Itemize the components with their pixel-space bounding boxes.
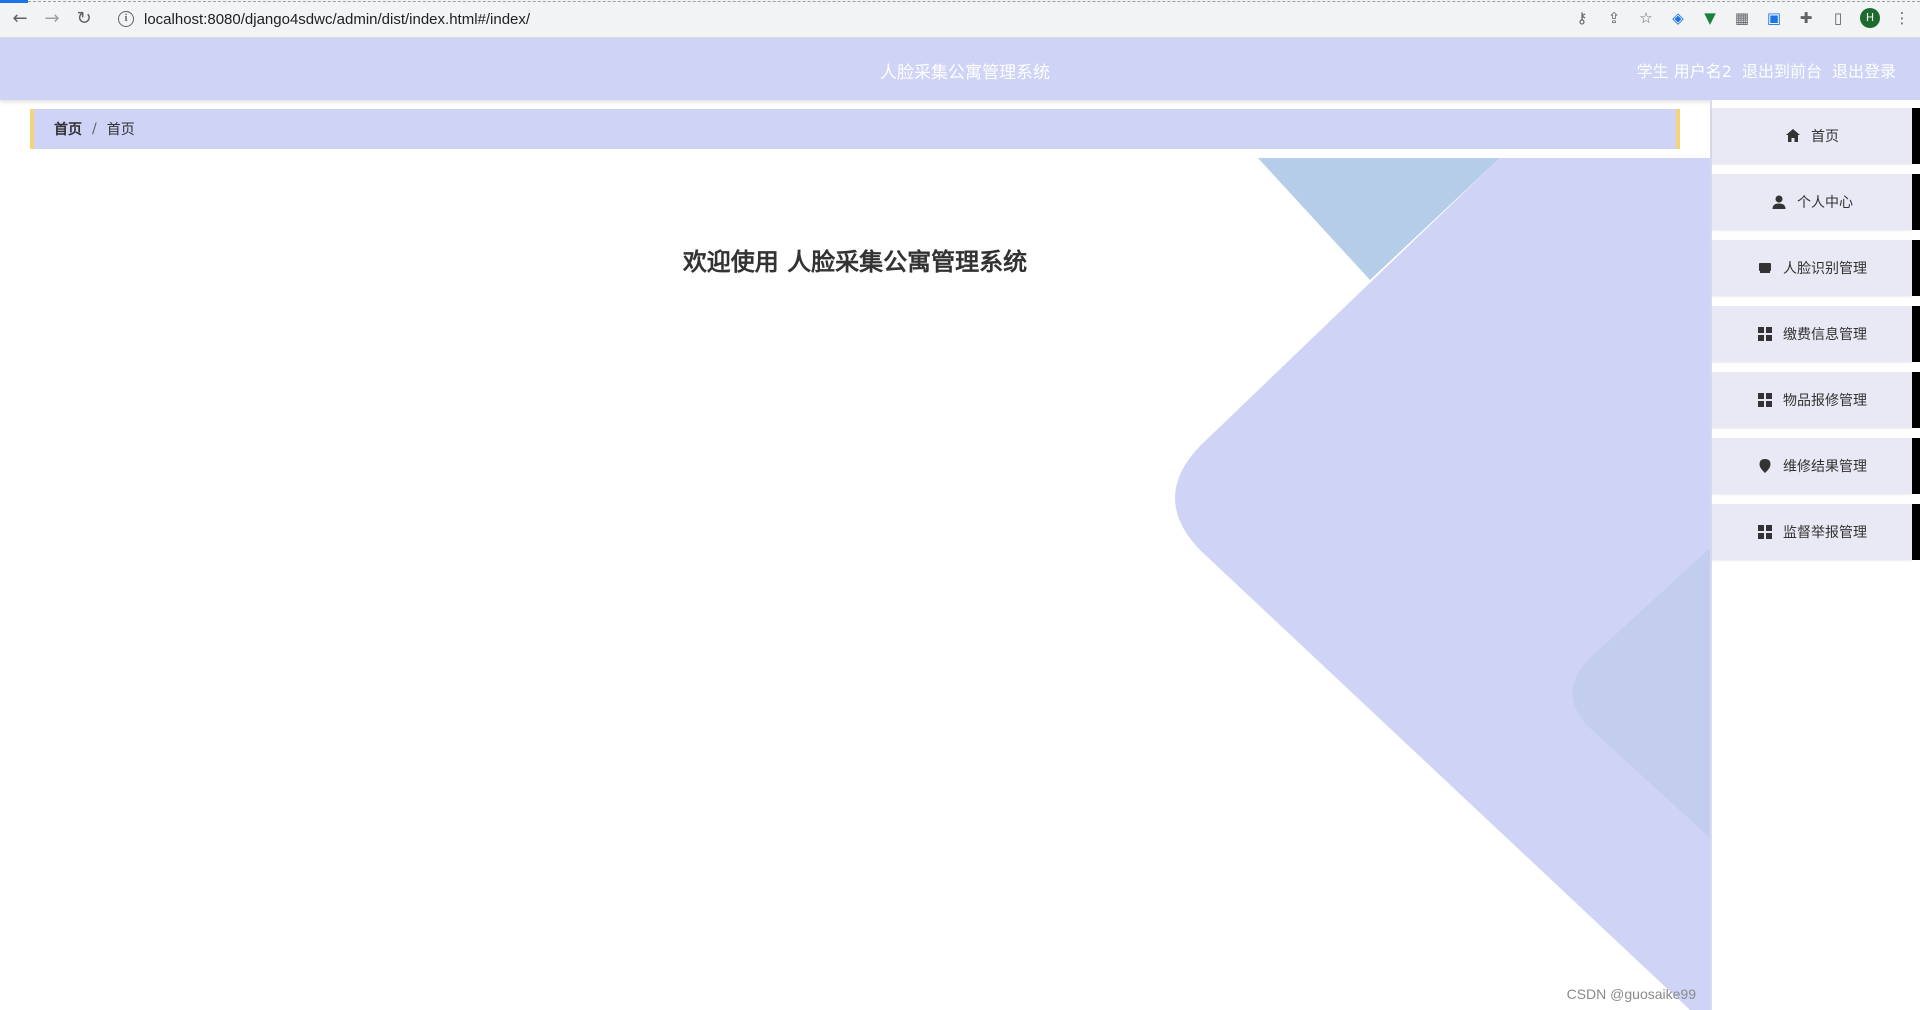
side-panel-icon[interactable]: ▯ — [1828, 8, 1848, 28]
breadcrumb: 首页 / 首页 — [30, 109, 1680, 149]
grid-icon — [1757, 326, 1773, 342]
menu-edge — [1912, 108, 1920, 164]
menu-edge — [1912, 504, 1920, 560]
menu-edge — [1912, 174, 1920, 230]
menu-edge — [1912, 240, 1920, 296]
key-icon[interactable]: ⚷ — [1572, 8, 1592, 28]
username: 用户名2 — [1673, 62, 1732, 81]
menu-item-repair-result[interactable]: 维修结果管理 — [1712, 438, 1920, 494]
breadcrumb-separator: / — [92, 121, 97, 137]
inbox-icon — [1757, 260, 1773, 276]
back-icon[interactable]: ← — [10, 9, 30, 29]
site-info-icon[interactable]: i — [118, 11, 134, 27]
menu-edge — [1912, 372, 1920, 428]
grid-icon — [1757, 392, 1773, 408]
menu-item-payment-info[interactable]: 缴费信息管理 — [1712, 306, 1920, 362]
location-pin-icon — [1757, 458, 1773, 474]
user-icon — [1771, 194, 1787, 210]
app-title: 人脸采集公寓管理系统 — [880, 63, 1050, 83]
loading-indicator — [0, 0, 28, 3]
extension-translate-icon[interactable]: ◈ — [1668, 8, 1688, 28]
forward-icon[interactable]: → — [42, 9, 62, 29]
menu-label-supervision-report: 监督举报管理 — [1783, 525, 1867, 541]
welcome-heading: 欢迎使用 人脸采集公寓管理系统 — [682, 248, 1028, 276]
extensions-puzzle-icon[interactable]: ✚ — [1796, 8, 1816, 28]
url-text[interactable]: localhost:8080/django4sdwc/admin/dist/in… — [144, 11, 530, 28]
menu-item-face-recognition[interactable]: 人脸识别管理 — [1712, 240, 1920, 296]
menu-label-personal-center: 个人中心 — [1797, 195, 1853, 211]
share-icon[interactable]: ⇪ — [1604, 8, 1624, 28]
header-user-area: 学生 用户名2 退出到前台 退出登录 — [1637, 58, 1896, 82]
user-role: 学生 — [1636, 62, 1669, 81]
menu-label-face-recognition: 人脸识别管理 — [1783, 261, 1867, 277]
browser-toolbar: ← → ↻ i localhost:8080/django4sdwc/admin… — [0, 0, 1920, 38]
menu-edge — [1912, 438, 1920, 494]
menu-label-repair-result: 维修结果管理 — [1783, 459, 1867, 475]
menu-item-supervision-report[interactable]: 监督举报管理 — [1712, 504, 1920, 560]
profile-avatar[interactable]: H — [1860, 8, 1880, 28]
address-bar[interactable]: i localhost:8080/django4sdwc/admin/dist/… — [110, 4, 1560, 34]
menu-label-repair-request: 物品报修管理 — [1783, 393, 1867, 409]
menu-edge — [1912, 306, 1920, 362]
star-icon[interactable]: ☆ — [1636, 8, 1656, 28]
menu-label-payment-info: 缴费信息管理 — [1783, 327, 1867, 343]
extension-lock-icon[interactable]: ▣ — [1764, 8, 1784, 28]
main-content: 欢迎使用 人脸采集公寓管理系统 CSDN @guosaike99 — [0, 158, 1710, 1010]
menu-label-home: 首页 — [1811, 129, 1839, 145]
user-info: 学生 用户名2 — [1637, 58, 1732, 82]
menu-item-repair-request[interactable]: 物品报修管理 — [1712, 372, 1920, 428]
logout-link[interactable]: 退出登录 — [1832, 58, 1896, 82]
menu-item-personal-center[interactable]: 个人中心 — [1712, 174, 1920, 230]
dashed-border — [28, 1, 1920, 2]
browser-actions: ⚷ ⇪ ☆ ◈ ▼ ▦ ▣ ✚ ▯ H ⋮ — [1572, 8, 1912, 28]
watermark: CSDN @guosaike99 — [1566, 986, 1696, 1002]
breadcrumb-home[interactable]: 首页 — [54, 119, 82, 139]
bg-shape-diamond — [1175, 158, 1710, 1010]
side-menu: 首页 个人中心 人脸识别管理 缴费信息管理 物品报修管理 维修结果管理 监督举报… — [1710, 100, 1920, 1010]
home-icon — [1785, 128, 1801, 144]
grid-icon — [1757, 524, 1773, 540]
reload-icon[interactable]: ↻ — [74, 9, 94, 29]
back-to-front-link[interactable]: 退出到前台 — [1742, 58, 1822, 82]
extension-grid-icon[interactable]: ▦ — [1732, 8, 1752, 28]
background-decoration — [1175, 158, 1710, 1010]
breadcrumb-current: 首页 — [106, 122, 135, 138]
app-header: 人脸采集公寓管理系统 学生 用户名2 退出到前台 退出登录 — [0, 38, 1920, 100]
extension-vue-icon[interactable]: ▼ — [1700, 8, 1720, 28]
menu-item-home[interactable]: 首页 — [1712, 108, 1920, 164]
more-menu-icon[interactable]: ⋮ — [1892, 8, 1912, 28]
